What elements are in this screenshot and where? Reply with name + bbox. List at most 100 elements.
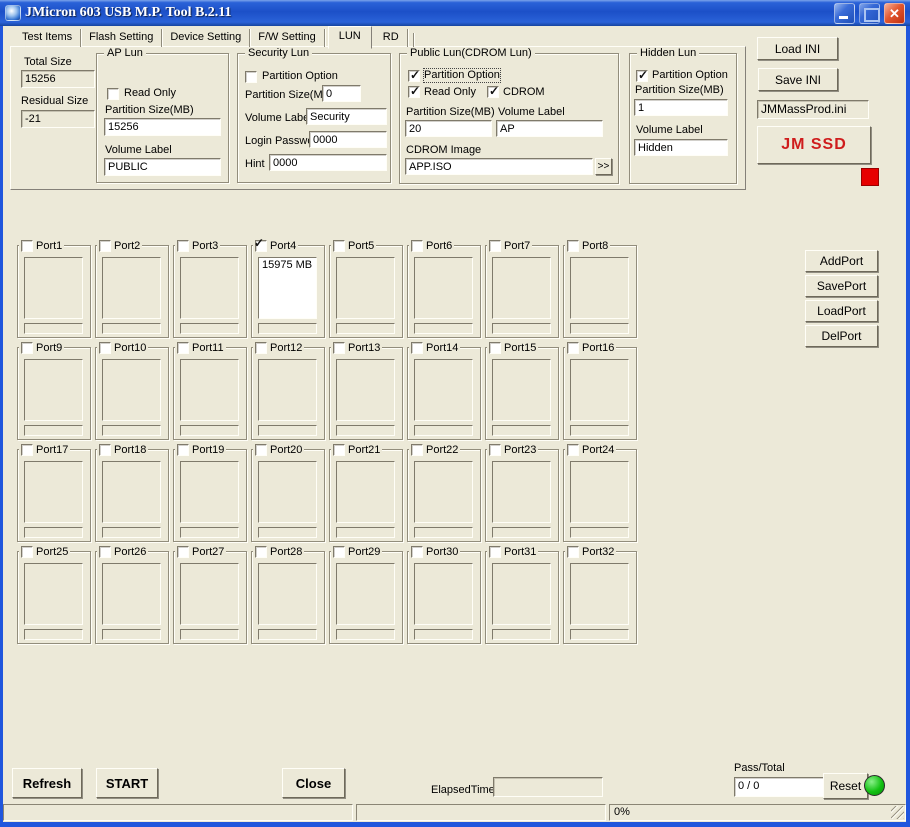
port-info-list[interactable] [570,563,629,625]
save-ini-button[interactable]: Save INI [758,68,838,91]
port-checkbox-18[interactable] [99,444,111,456]
port-checkbox-11[interactable] [177,342,189,354]
public-partition-option-checkbox[interactable] [408,70,420,82]
port-checkbox-25[interactable] [21,546,33,558]
titlebar[interactable]: JMicron 603 USB M.P. Tool B.2.11 [0,0,910,26]
port-info-list[interactable] [336,359,395,421]
ap-partition-size-input[interactable]: 15256 [104,118,221,136]
port-info-list[interactable] [24,257,83,319]
port-checkbox-28[interactable] [255,546,267,558]
maximize-button[interactable] [859,3,880,24]
jm-ssd-button[interactable]: JM SSD [757,126,871,164]
port-checkbox-6[interactable] [411,240,423,252]
port-checkbox-2[interactable] [99,240,111,252]
public-cdrom-image-input[interactable]: APP.ISO [405,158,593,175]
port-checkbox-1[interactable] [21,240,33,252]
public-volume-label-input[interactable]: AP [496,120,603,137]
tab-rd[interactable]: RD [375,29,408,47]
port-checkbox-8[interactable] [567,240,579,252]
close-button[interactable] [884,3,905,24]
port-info-list[interactable] [414,257,473,319]
load-ini-button[interactable]: Load INI [757,37,838,60]
port-info-list[interactable] [258,359,317,421]
security-volume-label-input[interactable]: Security [306,108,387,125]
security-partition-size-input[interactable]: 0 [322,85,361,102]
port-info-list[interactable] [102,461,161,523]
hidden-partition-option-checkbox[interactable] [636,70,648,82]
tab-lun[interactable]: LUN [328,26,372,49]
addport-button[interactable]: AddPort [805,250,878,272]
port-info-list[interactable] [336,461,395,523]
port-checkbox-32[interactable] [567,546,579,558]
port-checkbox-29[interactable] [333,546,345,558]
loadport-button[interactable]: LoadPort [805,300,878,322]
cdrom-image-browse-button[interactable]: >> [595,158,612,175]
port-info-list[interactable] [24,461,83,523]
tab-f-w-setting[interactable]: F/W Setting [250,29,324,47]
port-checkbox-26[interactable] [99,546,111,558]
port-info-list[interactable] [492,461,551,523]
port-checkbox-17[interactable] [21,444,33,456]
port-checkbox-9[interactable] [21,342,33,354]
port-checkbox-27[interactable] [177,546,189,558]
port-checkbox-5[interactable] [333,240,345,252]
hidden-partition-size-input[interactable]: 1 [634,99,728,116]
port-checkbox-31[interactable] [489,546,501,558]
public-partition-size-input[interactable]: 20 [405,120,492,137]
port-info-list[interactable] [180,563,239,625]
tab-test-items[interactable]: Test Items [14,29,81,47]
port-info-list[interactable] [258,461,317,523]
delport-button[interactable]: DelPort [805,325,878,347]
port-info-list[interactable] [180,359,239,421]
port-info-list[interactable] [570,461,629,523]
port-checkbox-21[interactable] [333,444,345,456]
port-info-list[interactable] [102,359,161,421]
port-info-list[interactable] [258,563,317,625]
security-hint-input[interactable]: 0000 [269,154,387,171]
public-read-only-checkbox[interactable] [408,86,420,98]
port-checkbox-3[interactable] [177,240,189,252]
close-app-button[interactable]: Close [282,768,345,798]
port-info-list[interactable] [414,563,473,625]
reset-button[interactable]: Reset [823,773,868,799]
minimize-button[interactable] [834,3,855,24]
tab-device-setting[interactable]: Device Setting [162,29,250,47]
hidden-volume-label-input[interactable]: Hidden [634,139,728,156]
port-info-list[interactable] [570,359,629,421]
port-info-list[interactable] [24,359,83,421]
port-info-list[interactable] [492,563,551,625]
port-checkbox-4[interactable] [255,240,267,252]
port-checkbox-30[interactable] [411,546,423,558]
port-checkbox-22[interactable] [411,444,423,456]
port-info-list[interactable] [492,359,551,421]
public-cdrom-checkbox[interactable] [487,86,499,98]
port-checkbox-16[interactable] [567,342,579,354]
port-checkbox-24[interactable] [567,444,579,456]
port-info-list[interactable] [24,563,83,625]
port-info-list[interactable] [180,257,239,319]
port-info-list[interactable] [414,359,473,421]
port-checkbox-13[interactable] [333,342,345,354]
port-info-list[interactable] [180,461,239,523]
port-info-list[interactable] [570,257,629,319]
port-checkbox-20[interactable] [255,444,267,456]
port-info-list[interactable] [336,563,395,625]
ap-read-only-checkbox[interactable] [107,88,119,100]
port-info-list[interactable]: 15975 MB [258,257,317,319]
port-checkbox-10[interactable] [99,342,111,354]
port-checkbox-14[interactable] [411,342,423,354]
refresh-button[interactable]: Refresh [12,768,82,798]
port-checkbox-12[interactable] [255,342,267,354]
security-login-password-input[interactable]: 0000 [309,131,387,148]
port-info-list[interactable] [492,257,551,319]
port-checkbox-15[interactable] [489,342,501,354]
port-info-list[interactable] [102,257,161,319]
port-info-list[interactable] [414,461,473,523]
port-info-list[interactable] [336,257,395,319]
ap-volume-label-input[interactable]: PUBLIC [104,158,221,176]
port-checkbox-23[interactable] [489,444,501,456]
start-button[interactable]: START [96,768,158,798]
port-checkbox-7[interactable] [489,240,501,252]
port-checkbox-19[interactable] [177,444,189,456]
resize-grip[interactable] [891,806,904,819]
